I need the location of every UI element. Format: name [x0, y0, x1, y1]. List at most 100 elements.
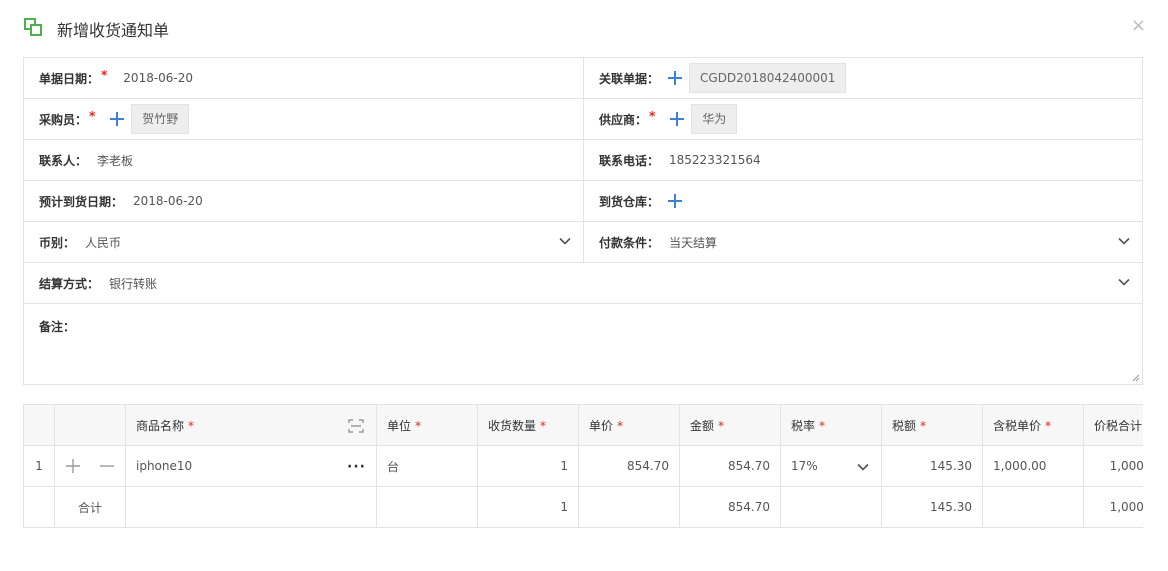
- related-doc-tag[interactable]: CGDD2018042400001: [689, 63, 847, 93]
- eta-field[interactable]: 预计到货日期： 2018-06-20: [24, 181, 583, 221]
- payment-terms-select[interactable]: 付款条件： 当天结算: [583, 222, 1142, 262]
- form-row: 联系人： 李老板 联系电话： 185223321564: [24, 140, 1142, 181]
- footer-price-incl-tax: [982, 486, 1084, 528]
- add-row-icon[interactable]: [65, 458, 81, 474]
- chevron-down-icon[interactable]: [1118, 276, 1130, 288]
- header-index: [23, 404, 55, 446]
- header-product-label: 商品名称: [136, 418, 185, 433]
- chevron-down-icon[interactable]: [857, 461, 869, 473]
- header-tax: 税额 *: [881, 404, 983, 446]
- header-price-incl-tax-label: 含税单价: [993, 418, 1042, 433]
- currency-label: 币别：: [39, 235, 76, 250]
- required-mark: *: [1045, 418, 1052, 433]
- required-mark: *: [188, 418, 195, 433]
- add-supplier-icon[interactable]: [669, 111, 685, 127]
- contact-field[interactable]: 联系人： 李老板: [24, 140, 583, 180]
- dialog-title: 新增收货通知单: [57, 21, 170, 40]
- header-actions: [54, 404, 126, 446]
- buyer-tag[interactable]: 贺竹野: [131, 104, 190, 134]
- product-cell[interactable]: iphone10 ···: [125, 445, 377, 487]
- more-icon[interactable]: ···: [347, 459, 366, 475]
- supplier-field: 供应商： * 华为: [583, 99, 1142, 139]
- header-qty-label: 收货数量: [488, 418, 537, 433]
- table-footer-row: 合计 1 854.70 145.30 1,000.00: [23, 486, 1143, 528]
- supplier-label: 供应商：: [599, 112, 648, 127]
- header-price-incl-tax: 含税单价 *: [982, 404, 1084, 446]
- close-icon[interactable]: ×: [1131, 15, 1146, 36]
- required-mark: *: [617, 418, 624, 433]
- dialog-header: 新增收货通知单 ×: [0, 0, 1168, 56]
- scan-icon[interactable]: [348, 419, 364, 433]
- tax-rate-value: 17%: [791, 459, 818, 473]
- settlement-value: 银行转账: [109, 276, 158, 291]
- related-doc-field: 关联单据： CGDD2018042400001: [583, 58, 1142, 98]
- footer-index: [23, 486, 55, 528]
- header-amount: 金额 *: [679, 404, 781, 446]
- footer-amount: 854.70: [679, 486, 781, 528]
- form-row: 采购员： * 贺竹野 供应商： * 华为: [24, 99, 1142, 140]
- required-mark: *: [415, 418, 422, 433]
- settlement-select[interactable]: 结算方式： 银行转账: [24, 263, 1142, 303]
- phone-field[interactable]: 联系电话： 185223321564: [583, 140, 1142, 180]
- required-mark: *: [101, 68, 108, 82]
- form-row: 单据日期： * 2018-06-20 关联单据： CGDD20180424000…: [24, 58, 1142, 99]
- footer-label: 合计: [54, 486, 126, 528]
- notice-form: 单据日期： * 2018-06-20 关联单据： CGDD20180424000…: [23, 57, 1143, 385]
- row-actions: [54, 445, 126, 487]
- form-row: 币别： 人民币 付款条件： 当天结算: [24, 222, 1142, 263]
- qty-cell[interactable]: 1: [477, 445, 579, 487]
- required-mark: *: [920, 418, 927, 433]
- currency-value: 人民币: [85, 235, 122, 250]
- tax-cell[interactable]: 145.30: [881, 445, 983, 487]
- required-mark: *: [819, 418, 826, 433]
- contact-value[interactable]: 李老板: [97, 152, 133, 169]
- price-incl-tax-cell[interactable]: 1,000.00: [982, 445, 1084, 487]
- footer-tax: 145.30: [881, 486, 983, 528]
- required-mark: *: [89, 109, 96, 123]
- buyer-field: 采购员： * 贺竹野: [24, 99, 583, 139]
- remark-field[interactable]: 备注：: [24, 304, 1142, 384]
- footer-unit: [376, 486, 478, 528]
- header-unit: 单位 *: [376, 404, 478, 446]
- table-header-row: 商品名称 * 单位 * 收货数量 * 单价 * 金额 * 税率 * 税额 * 含税单价 * 价税…: [23, 404, 1143, 446]
- supplier-tag[interactable]: 华为: [691, 104, 738, 134]
- chevron-down-icon[interactable]: [559, 235, 571, 247]
- tax-rate-cell[interactable]: 17%: [780, 445, 882, 487]
- form-row: 结算方式： 银行转账: [24, 263, 1142, 304]
- form-row: 备注：: [24, 304, 1142, 384]
- table-row: 1 iphone10 ··· 台 1 854.70 854.70 17% 145…: [23, 445, 1143, 487]
- footer-tax-rate: [780, 486, 882, 528]
- footer-price: [578, 486, 680, 528]
- footer-qty: 1: [477, 486, 579, 528]
- header-tax-rate-label: 税率: [791, 418, 816, 433]
- settlement-label: 结算方式：: [39, 276, 100, 291]
- eta-label: 预计到货日期：: [39, 194, 124, 209]
- copy-doc-icon: [24, 18, 42, 36]
- add-related-doc-icon[interactable]: [667, 70, 683, 86]
- payment-terms-value: 当天结算: [669, 235, 718, 250]
- header-total-incl-tax-label: 价税合计: [1094, 418, 1143, 433]
- eta-value[interactable]: 2018-06-20: [133, 194, 203, 208]
- required-mark: *: [718, 418, 725, 433]
- remove-row-icon[interactable]: [99, 458, 115, 474]
- header-tax-label: 税额: [892, 418, 917, 433]
- footer-product: [125, 486, 377, 528]
- price-cell[interactable]: 854.70: [578, 445, 680, 487]
- required-mark: *: [540, 418, 547, 433]
- add-warehouse-icon[interactable]: [667, 193, 683, 209]
- total-incl-tax-cell[interactable]: 1,000.00: [1083, 445, 1143, 487]
- header-price: 单价 *: [578, 404, 680, 446]
- add-buyer-icon[interactable]: [109, 111, 125, 127]
- doc-date-value[interactable]: 2018-06-20: [123, 71, 193, 85]
- phone-label: 联系电话：: [599, 153, 660, 168]
- currency-select[interactable]: 币别： 人民币: [24, 222, 583, 262]
- header-qty: 收货数量 *: [477, 404, 579, 446]
- doc-date-field[interactable]: 单据日期： * 2018-06-20: [24, 58, 583, 98]
- amount-cell[interactable]: 854.70: [679, 445, 781, 487]
- unit-cell[interactable]: 台: [376, 445, 478, 487]
- row-index: 1: [23, 445, 55, 487]
- header-total-incl-tax: 价税合计: [1083, 404, 1143, 446]
- phone-value[interactable]: 185223321564: [669, 153, 761, 167]
- chevron-down-icon[interactable]: [1118, 235, 1130, 247]
- resize-handle-icon[interactable]: [1132, 374, 1140, 382]
